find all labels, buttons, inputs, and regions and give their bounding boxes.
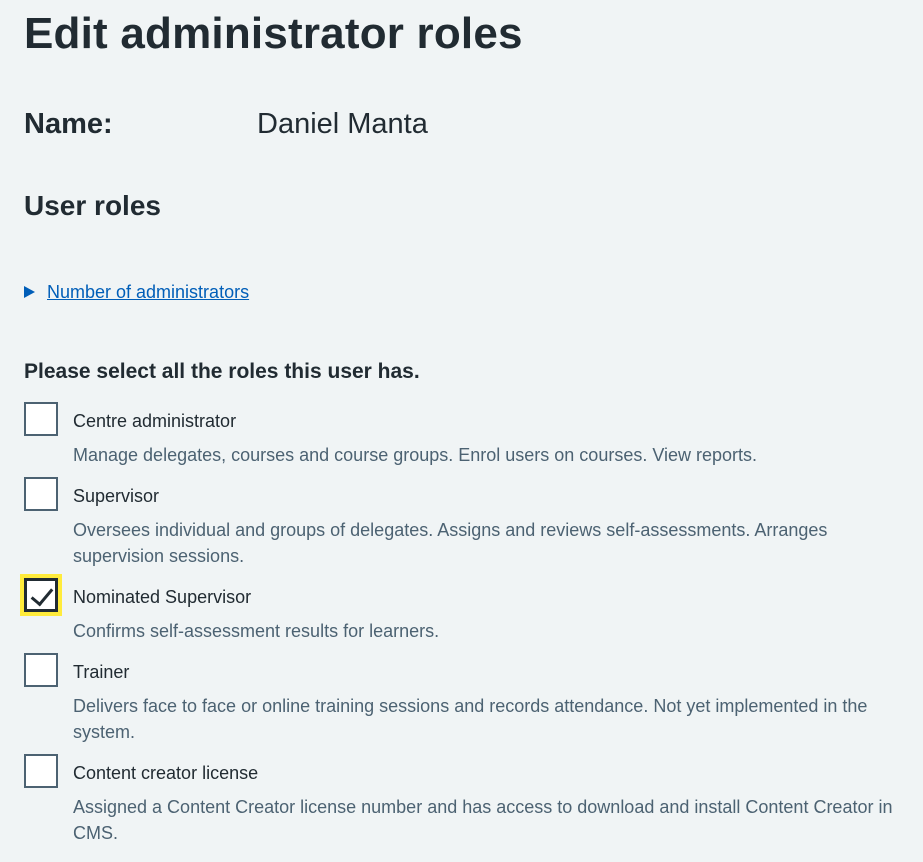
role-hint: Oversees individual and groups of delega…	[73, 520, 828, 566]
number-of-administrators-details[interactable]: Number of administrators	[24, 280, 249, 304]
role-label[interactable]: Content creator license	[73, 761, 258, 785]
triangle-right-icon	[24, 286, 35, 298]
checkbox-supervisor[interactable]	[24, 477, 58, 511]
roles-legend: Please select all the roles this user ha…	[24, 360, 420, 383]
checkbox-nominated-supervisor[interactable]	[24, 578, 58, 612]
name-value: Daniel Manta	[257, 108, 428, 140]
role-hint: Assigned a Content Creator license numbe…	[73, 797, 893, 843]
checkbox-centre-administrator[interactable]	[24, 402, 58, 436]
role-label[interactable]: Nominated Supervisor	[73, 585, 251, 609]
name-label: Name:	[24, 108, 113, 140]
role-hint: Delivers face to face or online training…	[73, 696, 868, 742]
checkbox-trainer[interactable]	[24, 653, 58, 687]
page-title: Edit administrator roles	[24, 9, 523, 58]
checkbox-content-creator-license[interactable]	[24, 754, 58, 788]
name-row: Name: Daniel Manta	[24, 104, 904, 144]
edit-admin-roles-page: Edit administrator roles Name: Daniel Ma…	[0, 0, 923, 862]
user-roles-heading: User roles	[24, 190, 161, 221]
checkmark-icon	[30, 582, 54, 607]
role-label[interactable]: Supervisor	[73, 484, 159, 508]
number-of-administrators-link[interactable]: Number of administrators	[47, 280, 249, 304]
role-hint: Confirms self-assessment results for lea…	[73, 621, 440, 641]
role-label[interactable]: Centre administrator	[73, 409, 236, 433]
role-hint: Manage delegates, courses and course gro…	[73, 445, 758, 465]
role-label[interactable]: Trainer	[73, 660, 129, 684]
